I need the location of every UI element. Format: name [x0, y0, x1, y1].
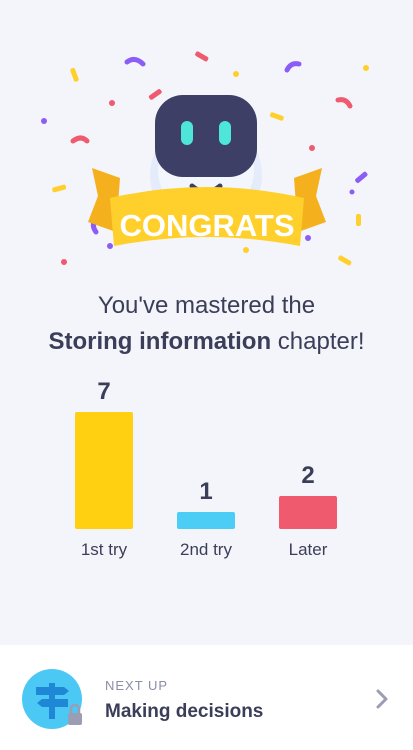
signpost-icon [22, 669, 82, 729]
next-up-card[interactable]: NEXT UP Making decisions [0, 645, 413, 750]
message-line-2: Storing information chapter! [0, 324, 413, 360]
category-label-1: 1st try [80, 540, 128, 559]
bar-1 [75, 412, 133, 529]
chapter-name: Storing information [48, 328, 272, 355]
bar-value-1: 7 [97, 378, 111, 405]
bar-value-2: 1 [199, 478, 213, 506]
category-label-2: 2nd try [180, 540, 232, 559]
congrats-illustration: CONGRATS [0, 0, 413, 290]
mastery-message: You've mastered the Storing information … [0, 288, 413, 360]
chevron-right-icon[interactable] [372, 687, 392, 711]
bar-value-3: 2 [301, 461, 315, 489]
category-label-3: Later [288, 540, 328, 559]
message-line-1: You've mastered the [97, 292, 316, 319]
message-suffix: chapter! [271, 328, 365, 355]
confetti-robot-graphic: CONGRATS [41, 51, 369, 266]
attempts-bar-chart: 7 1st try 1 2nd try 2 Later [0, 370, 413, 570]
bar-2 [177, 512, 235, 529]
bar-3 [279, 495, 337, 529]
next-up-label: NEXT UP [105, 678, 169, 693]
banner-text: CONGRATS [119, 208, 294, 243]
next-chapter-title: Making decisions [105, 701, 264, 722]
